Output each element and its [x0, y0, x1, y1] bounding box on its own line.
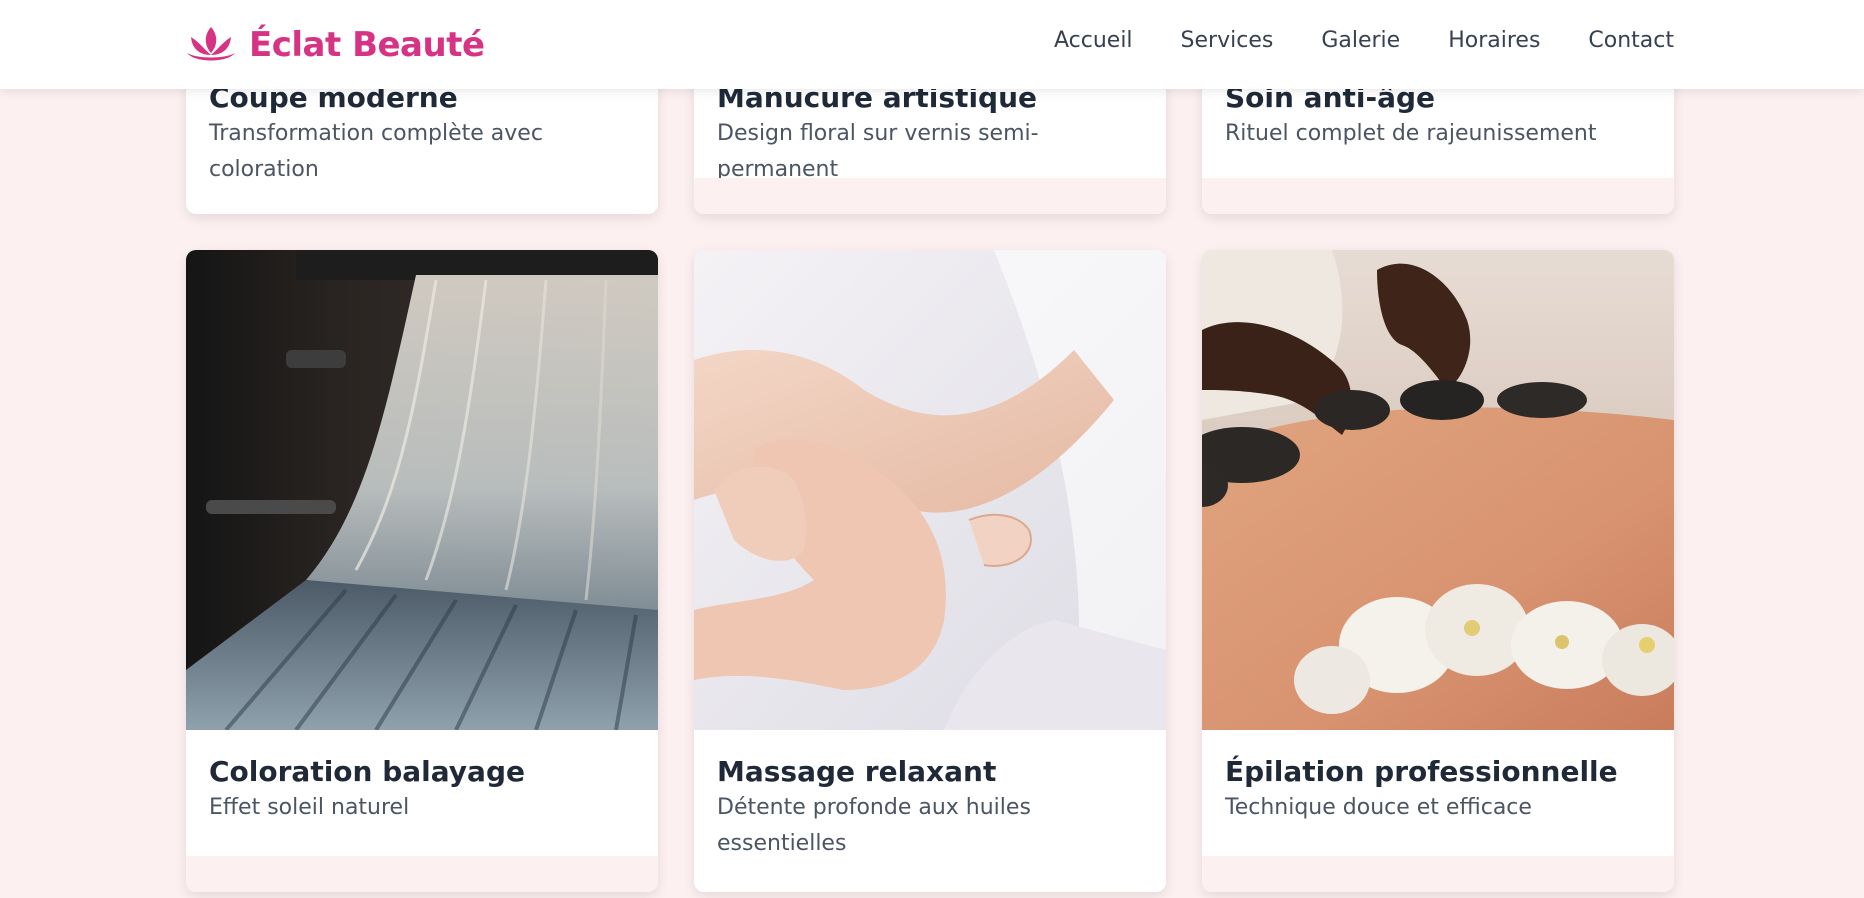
nav-link-contact[interactable]: Contact [1588, 28, 1674, 53]
nav-link-horaires[interactable]: Horaires [1448, 28, 1540, 53]
main-nav: Accueil Services Galerie Horaires Contac… [1054, 28, 1674, 53]
card-footer [694, 178, 1166, 214]
card-body: Épilation professionnelle Technique douc… [1202, 730, 1674, 826]
card-text: Effet soleil naturel [209, 795, 410, 820]
card-text: Technique douce et efficace [1225, 795, 1532, 820]
brand-logo[interactable]: Éclat Beauté [185, 20, 485, 70]
site-header: Éclat Beauté Accueil Services Galerie Ho… [0, 0, 1864, 89]
lotus-icon [187, 27, 235, 61]
nav-link-galerie[interactable]: Galerie [1321, 28, 1400, 53]
hot-stone-massage-photo [1202, 250, 1674, 730]
card-text: Transformation complète avec coloration [209, 121, 543, 182]
card-text: Détente profonde aux huiles essentielles [717, 795, 1031, 856]
card-body: Manucure artistique Design floral sur ve… [694, 80, 1166, 188]
brand-name: Éclat Beauté [249, 25, 485, 65]
service-card[interactable]: Coloration balayage Effet soleil naturel [186, 250, 658, 892]
nav-link-accueil[interactable]: Accueil [1054, 28, 1133, 53]
card-body: Soin anti-âge Rituel complet de rajeunis… [1202, 80, 1674, 152]
card-footer [1202, 856, 1674, 892]
hair-strands-photo [186, 250, 658, 730]
card-footer [1202, 178, 1674, 214]
hand-massage-photo [694, 250, 1166, 730]
service-card[interactable]: Massage relaxant Détente profonde aux hu… [694, 250, 1166, 892]
card-title: Épilation professionnelle [1225, 755, 1618, 788]
card-title: Massage relaxant [717, 755, 997, 788]
card-body: Massage relaxant Détente profonde aux hu… [694, 730, 1166, 862]
card-footer [186, 856, 658, 892]
card-body: Coupe moderne Transformation complète av… [186, 80, 658, 188]
card-text: Rituel complet de rajeunissement [1225, 121, 1597, 146]
card-body: Coloration balayage Effet soleil naturel [186, 730, 658, 826]
card-title: Coloration balayage [209, 755, 525, 788]
nav-link-services[interactable]: Services [1181, 28, 1274, 53]
service-card[interactable]: Épilation professionnelle Technique douc… [1202, 250, 1674, 892]
